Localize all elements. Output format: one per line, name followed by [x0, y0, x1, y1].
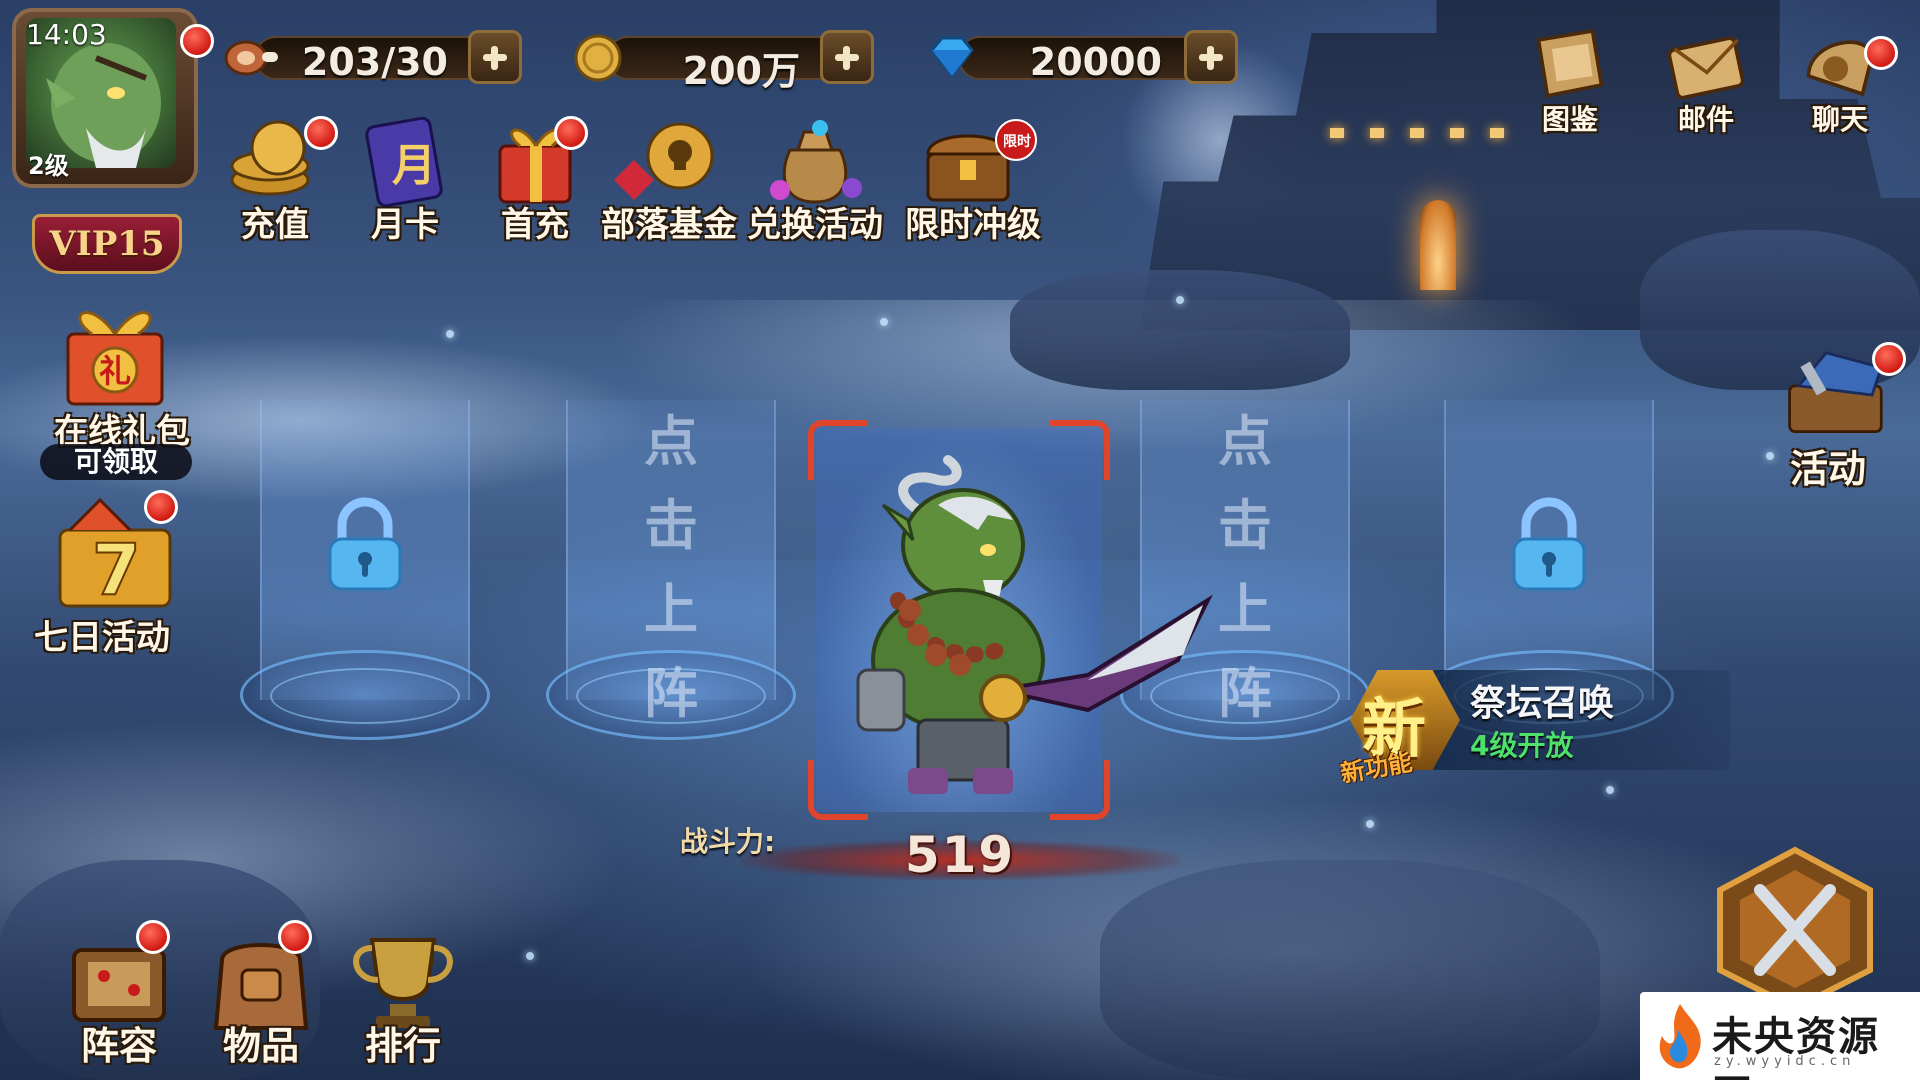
castle-window	[1370, 128, 1384, 138]
menu-label: 聊天	[1811, 103, 1868, 136]
snowflake	[526, 952, 534, 960]
lock-icon	[328, 497, 402, 591]
snowflake	[1366, 820, 1374, 828]
gold-value: 200万	[682, 49, 800, 93]
slot-platform-ring	[270, 668, 460, 724]
notification-dot	[1872, 342, 1906, 376]
formation-slot-locked-1[interactable]	[240, 400, 490, 760]
vip-badge[interactable]: VIP15	[32, 214, 182, 274]
diamond-value: 20000	[1029, 40, 1162, 84]
notification-dot	[1864, 36, 1898, 70]
gold-resource: 200万	[570, 28, 880, 93]
castle-window	[1410, 128, 1424, 138]
power-label: 战斗力:	[680, 825, 776, 858]
feature-unlock-altar[interactable]: 新 新功能 祭坛召唤 4级开放	[1339, 660, 1740, 788]
meat-icon	[224, 40, 278, 76]
notification-dot	[136, 920, 170, 954]
add-stamina-button[interactable]	[468, 30, 522, 84]
seven-day-label: 七日活动	[34, 618, 170, 658]
seven-icon-text: 7	[92, 529, 141, 610]
diamond-resource: 20000	[922, 28, 1242, 84]
lock-icon	[1512, 497, 1586, 591]
notification-dot	[554, 116, 588, 150]
chat-button[interactable]: 聊天	[1770, 22, 1910, 136]
rock	[1100, 860, 1600, 1080]
bottom-label: 排行	[364, 1024, 441, 1068]
player-avatar[interactable]: 14:03 2级	[8, 4, 214, 204]
flame-logo-icon	[1659, 1004, 1701, 1069]
activity-label: 活动	[1790, 447, 1867, 491]
player-level: 2级	[28, 152, 69, 180]
feature-requirement: 4级开放	[1470, 729, 1574, 762]
stamina-resource: 203/30	[218, 28, 528, 84]
snowflake	[880, 318, 888, 326]
add-diamond-button[interactable]	[1184, 30, 1238, 84]
rock	[1010, 270, 1350, 390]
time-limited-levelup-button[interactable]: 限时 限时冲级	[898, 110, 1048, 245]
limited-tag: 限时	[1003, 133, 1031, 150]
notification-dot	[278, 920, 312, 954]
snowflake	[446, 330, 454, 338]
items-button[interactable]: 物品	[186, 920, 336, 1070]
gift-box-icon	[498, 128, 572, 204]
snowflake	[1606, 786, 1614, 794]
power-value: 519	[904, 826, 1016, 884]
watermark: 未央资源网 zy.wyyidc.cn	[1640, 992, 1920, 1080]
treasure-bag-icon	[770, 120, 862, 204]
exchange-event-button[interactable]: 兑换活动	[740, 110, 890, 245]
notification-dot	[144, 490, 178, 524]
treasure-chest-icon: 限时	[926, 119, 1037, 202]
castle-window	[1450, 128, 1464, 138]
gift-box-icon: 礼	[66, 311, 164, 406]
battle-start-button[interactable]	[1700, 840, 1890, 1010]
menu-label: 限时冲级	[905, 205, 1041, 245]
ranking-button[interactable]: 排行	[328, 920, 478, 1070]
snowflake	[1176, 296, 1184, 304]
castle-window	[1330, 128, 1344, 138]
notification-dot	[180, 24, 214, 58]
formation-button[interactable]: 阵容	[44, 920, 194, 1070]
stamina-value: 203/30	[301, 40, 448, 84]
clock-time: 14:03	[26, 18, 107, 51]
tap-to-deploy-text: 点 击 上 阵	[644, 410, 698, 725]
diamond-icon	[930, 36, 974, 79]
gift-icon-text: 礼	[99, 352, 131, 390]
gold-coin-icon	[574, 34, 622, 82]
svg-text:月: 月	[392, 140, 436, 191]
hero-slot-selected[interactable]	[808, 420, 1213, 820]
month-card-icon: 月	[365, 116, 443, 208]
feature-title: 祭坛召唤	[1470, 683, 1615, 724]
add-gold-button[interactable]	[820, 30, 874, 84]
claimable-status: 可领取	[40, 444, 192, 480]
skull-coin-icon	[614, 122, 714, 200]
orc-hero-sprite	[856, 455, 1213, 794]
formation-slot-empty-2[interactable]: 点 击 上 阵	[546, 400, 796, 760]
watermark-url: zy.wyyidc.cn	[1714, 1054, 1856, 1069]
seven-day-event-button[interactable]: 7	[40, 490, 190, 630]
vip-level: VIP15	[49, 224, 165, 264]
glowing-door	[1420, 200, 1456, 290]
